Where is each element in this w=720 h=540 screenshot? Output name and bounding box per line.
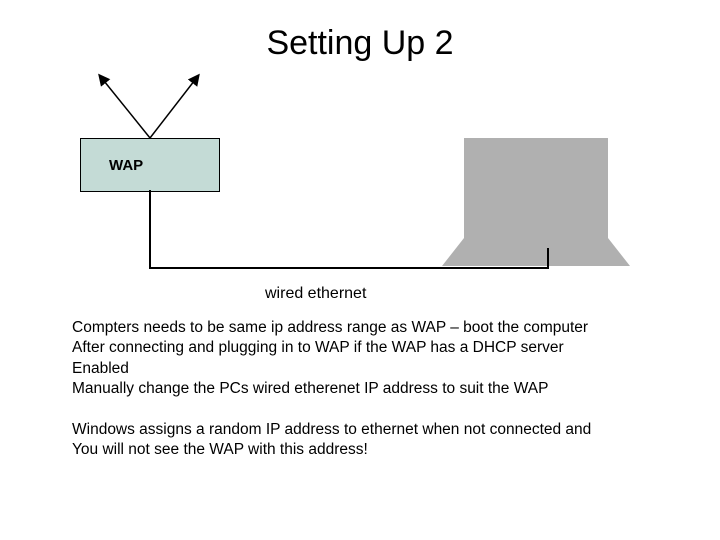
para1-line2: After connecting and plugging in to WAP … bbox=[72, 338, 662, 358]
cable-label: wired ethernet bbox=[265, 285, 366, 303]
para2-line2: You will not see the WAP with this addre… bbox=[72, 440, 662, 460]
wap-antenna-icon bbox=[90, 68, 210, 140]
body-text: Compters needs to be same ip address ran… bbox=[72, 318, 662, 461]
para2-line1: Windows assigns a random IP address to e… bbox=[72, 420, 662, 440]
para1-line4: Manually change the PCs wired etherenet … bbox=[72, 379, 662, 399]
para1-line1: Compters needs to be same ip address ran… bbox=[72, 318, 662, 338]
page-title: Setting Up 2 bbox=[0, 24, 720, 63]
wap-box: WAP bbox=[80, 138, 220, 192]
wap-label: WAP bbox=[109, 157, 143, 174]
para1-line3: Enabled bbox=[72, 359, 662, 379]
ethernet-cable-icon bbox=[148, 188, 578, 278]
